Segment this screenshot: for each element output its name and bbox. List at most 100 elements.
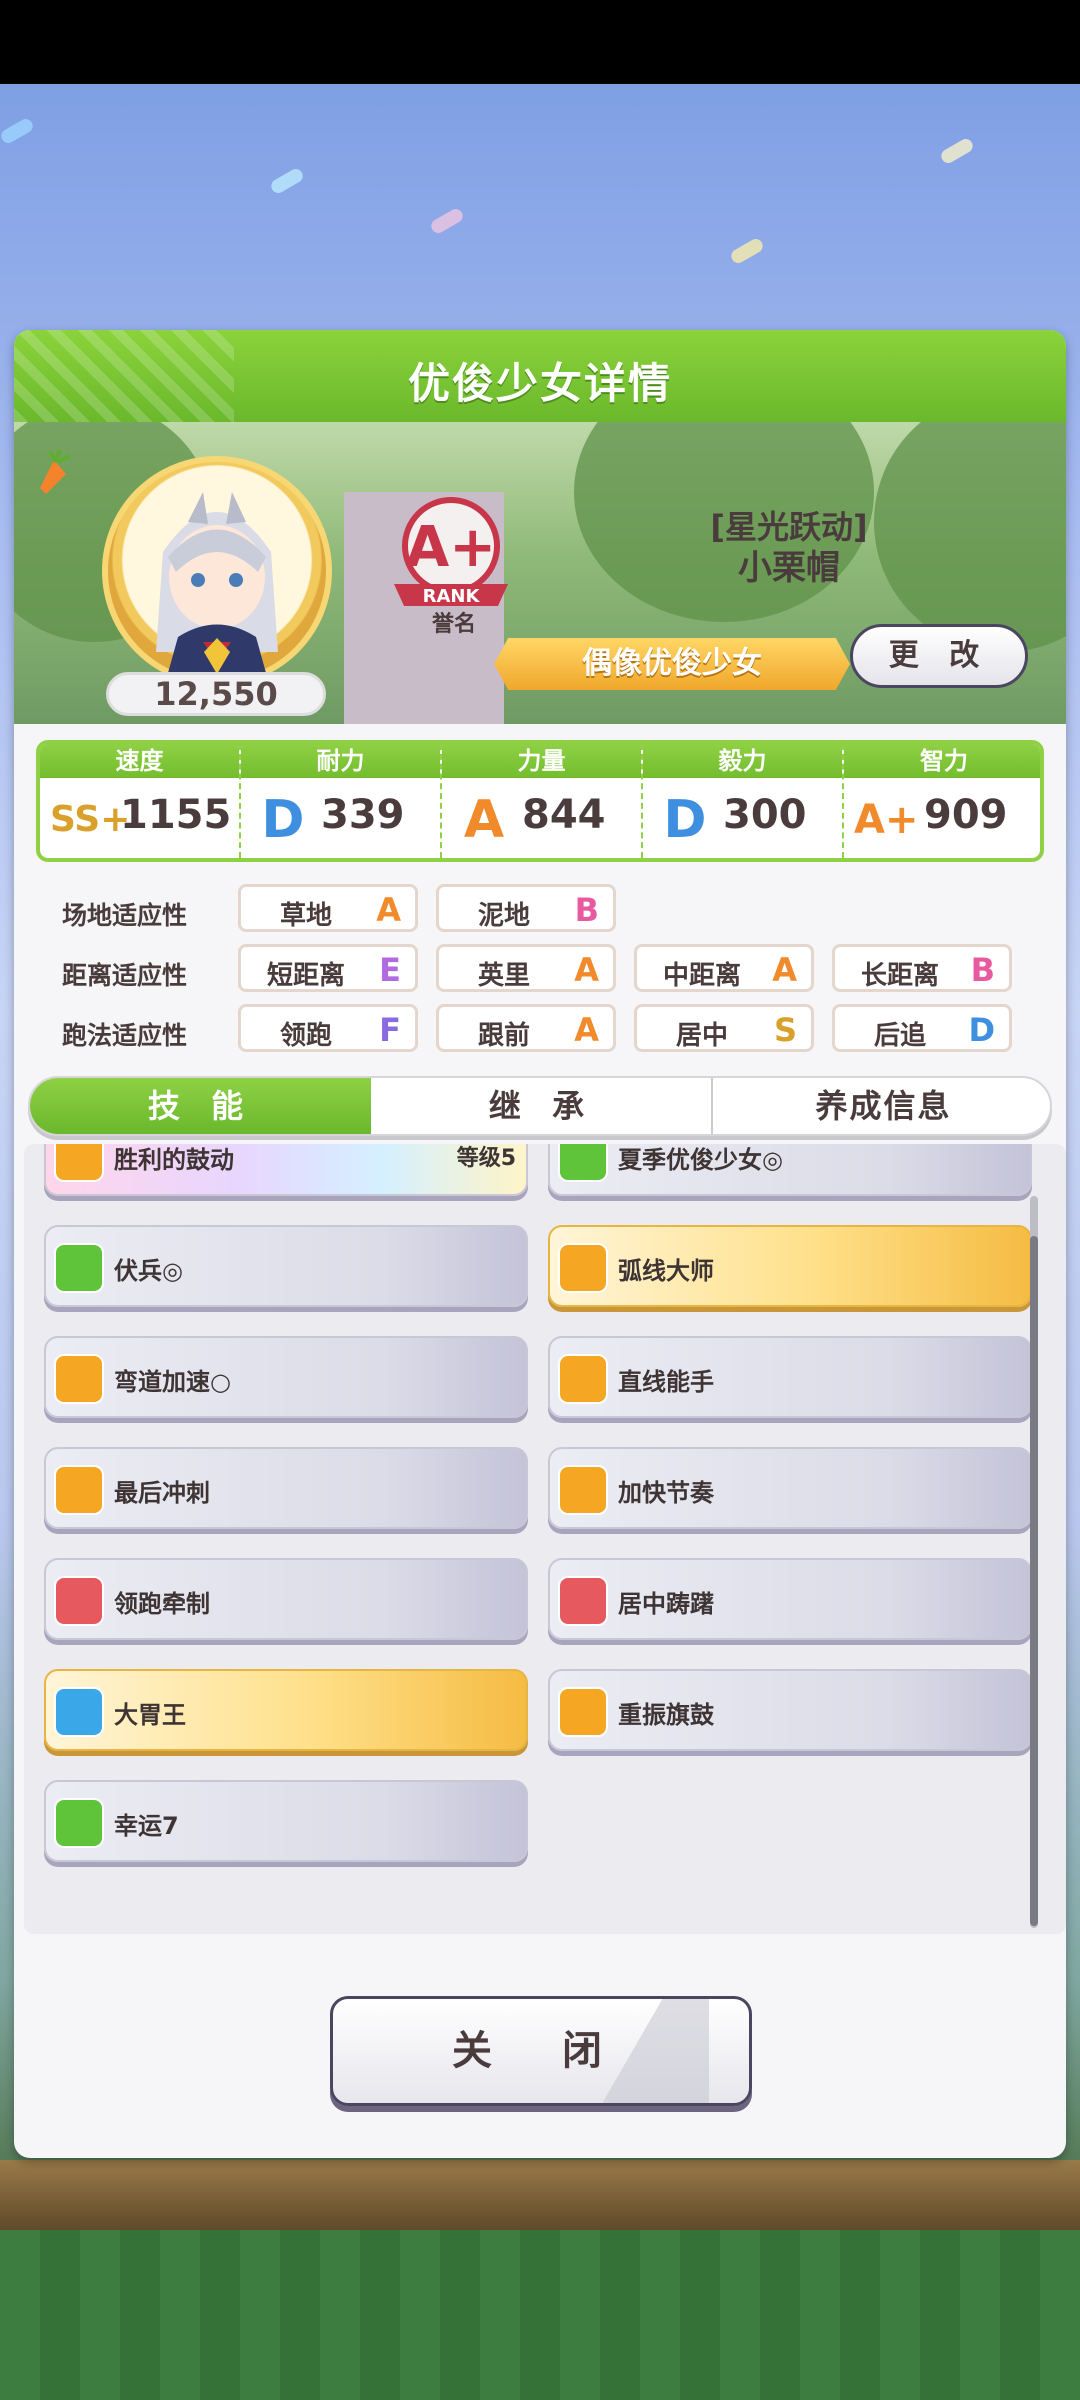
lion-icon xyxy=(54,1144,104,1182)
aptitude-medium: 中距离 A xyxy=(634,944,814,992)
skill-card[interactable]: 加快节奏 xyxy=(548,1447,1032,1529)
horse-icon xyxy=(558,1576,608,1626)
aptitude-end: 后追 D xyxy=(832,1004,1012,1052)
lion-icon xyxy=(558,1465,608,1515)
stat-grade: A xyxy=(463,790,505,850)
stat-speed: 速度 SS+ 1155 xyxy=(40,744,241,858)
aptitude-name: 短距离 xyxy=(266,961,345,991)
skill-card[interactable]: 最后冲刺 xyxy=(44,1447,528,1529)
aptitude-long: 长距离 B xyxy=(832,944,1012,992)
stat-power: 力量 A 844 xyxy=(442,744,643,858)
tab-skills[interactable]: 技 能 xyxy=(30,1078,371,1134)
skill-card[interactable]: 夏季优俊少女◎ xyxy=(548,1144,1032,1196)
aptitude-grade: A xyxy=(772,951,797,989)
stat-label: 速度 xyxy=(40,744,239,778)
skill-card[interactable]: 领跑牵制 xyxy=(44,1558,528,1640)
book-icon xyxy=(558,1144,608,1182)
surface-aptitude-label: 场地适应性 xyxy=(62,901,188,930)
aptitude-grade: S xyxy=(773,1011,797,1049)
skill-name: 领跑牵制 xyxy=(114,1590,210,1618)
confetti xyxy=(728,236,766,266)
skill-name: 加快节奏 xyxy=(618,1479,714,1507)
confetti xyxy=(428,206,466,236)
skill-name: 幸运7 xyxy=(114,1812,179,1840)
carrot-icon xyxy=(40,450,71,494)
lion-icon xyxy=(54,1354,104,1404)
aptitude-sprint: 短距离 E xyxy=(238,944,418,992)
aptitude-name: 中距离 xyxy=(662,961,741,991)
stat-label: 毅力 xyxy=(643,744,842,778)
aptitude-name: 草地 xyxy=(279,901,332,931)
rank-word: RANK xyxy=(423,586,481,607)
character-name: 小栗帽 xyxy=(738,548,840,588)
change-button[interactable]: 更 改 xyxy=(850,624,1028,688)
skill-card[interactable]: 胜利的鼓动 等级5 xyxy=(44,1144,528,1196)
skills-list[interactable]: 胜利的鼓动 等级5 夏季优俊少女◎ 伏兵◎ 弧线大师 弯道加速○ 直线能手 最后… xyxy=(24,1144,1066,1934)
skill-name: 重振旗鼓 xyxy=(618,1701,714,1729)
skill-name: 夏季优俊少女◎ xyxy=(618,1146,783,1174)
confetti xyxy=(268,166,306,196)
stat-grade: D xyxy=(261,790,305,850)
aptitude-mile: 英里 A xyxy=(436,944,616,992)
aptitude-front: 领跑 F xyxy=(238,1004,418,1052)
stat-value: 339 xyxy=(321,792,405,838)
skill-name: 伏兵◎ xyxy=(114,1257,183,1285)
aptitude-turf: 草地 A xyxy=(238,884,418,932)
aptitude-pace: 跟前 A xyxy=(436,1004,616,1052)
skill-card[interactable]: 直线能手 xyxy=(548,1336,1032,1418)
skill-card[interactable]: 大胃王 xyxy=(44,1669,528,1751)
tab-training-info[interactable]: 养成信息 xyxy=(713,1078,1050,1134)
skill-name: 大胃王 xyxy=(114,1701,186,1729)
rank-grade: A+ xyxy=(406,515,496,580)
lion-icon xyxy=(558,1687,608,1737)
aptitude-name: 后追 xyxy=(873,1021,926,1051)
character-portrait[interactable] xyxy=(102,456,332,686)
stat-wit: 智力 A+ 909 xyxy=(844,744,1040,858)
skill-level: 等级5 xyxy=(456,1146,516,1171)
scrollbar-thumb[interactable] xyxy=(1030,1236,1038,1926)
skill-card[interactable]: 居中踌躇 xyxy=(548,1558,1032,1640)
stat-grade: A+ xyxy=(854,797,919,843)
book-icon xyxy=(54,1243,104,1293)
aptitude-name: 居中 xyxy=(675,1021,728,1051)
stat-value: 909 xyxy=(924,792,1008,838)
skill-card[interactable]: 幸运7 xyxy=(44,1780,528,1862)
stat-label: 耐力 xyxy=(241,744,440,778)
skill-name: 弯道加速○ xyxy=(114,1368,231,1396)
aptitude-name: 泥地 xyxy=(477,901,530,931)
tab-inheritance[interactable]: 继 承 xyxy=(371,1078,712,1134)
skill-card[interactable]: 重振旗鼓 xyxy=(548,1669,1032,1751)
lion-icon xyxy=(558,1354,608,1404)
skill-card[interactable]: 伏兵◎ xyxy=(44,1225,528,1307)
style-ribbon: 偶像优俊少女 xyxy=(494,638,850,690)
close-button[interactable]: 关 闭 xyxy=(330,1996,752,2106)
distance-aptitude-label: 距离适应性 xyxy=(62,961,188,990)
grass-track xyxy=(0,2230,1080,2400)
skill-name: 居中踌躇 xyxy=(618,1590,714,1618)
aptitude-grade: A xyxy=(376,891,401,929)
dialog-header: 优俊少女详情 xyxy=(14,330,1066,422)
stat-value: 1155 xyxy=(120,792,232,838)
status-bar xyxy=(0,0,1080,84)
stat-grade: D xyxy=(663,790,707,850)
stat-label: 智力 xyxy=(844,744,1040,778)
sparkle-icon xyxy=(54,1576,104,1626)
dialog-title: 优俊少女详情 xyxy=(407,359,672,408)
lion-icon xyxy=(558,1243,608,1293)
skill-card[interactable]: 弧线大师 xyxy=(548,1225,1032,1307)
confetti xyxy=(0,116,36,146)
aptitude-grade: B xyxy=(574,891,599,929)
stat-value: 300 xyxy=(723,792,807,838)
sparkle-icon xyxy=(54,1687,104,1737)
stat-value: 844 xyxy=(522,792,606,838)
aptitude-grade: F xyxy=(379,1011,401,1049)
aptitude-name: 跟前 xyxy=(477,1021,530,1051)
aptitude-name: 英里 xyxy=(477,961,530,991)
skill-name: 最后冲刺 xyxy=(114,1479,210,1507)
skill-card[interactable]: 弯道加速○ xyxy=(44,1336,528,1418)
aptitude-grade: A xyxy=(574,1011,599,1049)
aptitude-grade: D xyxy=(968,1011,995,1049)
fence xyxy=(0,2160,1080,2230)
rank-caption: 誉名 xyxy=(431,612,476,637)
skill-name: 弧线大师 xyxy=(618,1257,714,1285)
